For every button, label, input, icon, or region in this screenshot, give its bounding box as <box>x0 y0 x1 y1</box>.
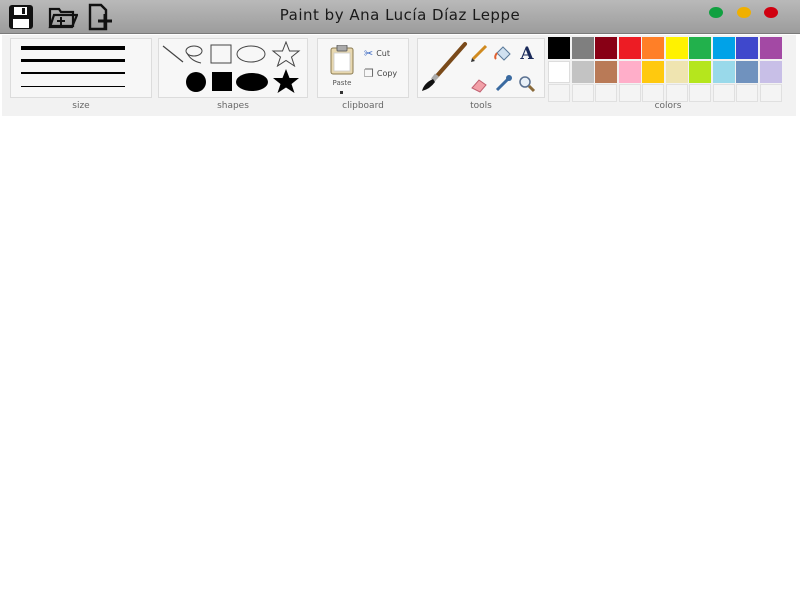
tools-group: A <box>417 38 545 98</box>
shapes-group-label: shapes <box>217 101 249 111</box>
custom-color-slot[interactable] <box>665 84 688 102</box>
colors-group-label: colors <box>654 101 682 111</box>
custom-color-slot[interactable] <box>689 84 711 102</box>
drawing-canvas[interactable] <box>0 117 800 600</box>
star-shape[interactable] <box>271 41 301 67</box>
eraser-icon <box>471 79 487 93</box>
size-line-2[interactable] <box>21 72 125 74</box>
color-swatch[interactable] <box>689 37 711 59</box>
color-swatch[interactable] <box>571 60 594 83</box>
color-swatch[interactable] <box>759 60 782 83</box>
color-swatch[interactable] <box>689 60 711 83</box>
cut-label: Cut <box>376 49 391 58</box>
ribbon: size shapes Paste ✂ Cut ❐ Copy clipboard… <box>2 35 796 116</box>
size-group <box>10 38 152 98</box>
pencil-tool[interactable] <box>468 43 490 65</box>
color-swatch[interactable] <box>548 60 570 83</box>
filled-star-shape[interactable] <box>271 68 301 94</box>
text-tool[interactable]: A <box>516 43 538 65</box>
magnifier-tool[interactable] <box>516 73 538 95</box>
brush-icon[interactable] <box>420 41 470 93</box>
color-swatch[interactable] <box>595 60 617 83</box>
color-swatch[interactable] <box>736 60 758 83</box>
copy-label: Copy <box>376 69 398 78</box>
fill-tool[interactable] <box>492 43 514 65</box>
size-line-3[interactable] <box>21 59 125 62</box>
fill-bucket-icon <box>494 46 511 61</box>
custom-color-slot[interactable] <box>595 84 617 102</box>
color-swatch[interactable] <box>665 37 688 59</box>
cut-button[interactable]: ✂ Cut <box>364 47 390 60</box>
shapes-group <box>158 38 308 98</box>
text-icon: A <box>520 44 534 64</box>
rectangle-shape[interactable] <box>209 43 233 65</box>
clipboard-group: Paste ✂ Cut ❐ Copy <box>317 38 409 98</box>
size-line-4[interactable] <box>21 46 125 50</box>
window-title: Paint by Ana Lucía Díaz Leppe <box>279 6 521 24</box>
filled-ellipse-shape[interactable] <box>235 71 269 93</box>
color-swatch[interactable] <box>548 37 570 59</box>
custom-color-slot[interactable] <box>736 84 758 102</box>
minimize-button[interactable] <box>709 7 723 18</box>
paste-dropdown-arrow <box>340 91 343 94</box>
maximize-button[interactable] <box>737 7 751 18</box>
custom-color-slot[interactable] <box>712 84 735 102</box>
paste-button[interactable]: Paste <box>326 45 358 97</box>
custom-color-slot[interactable] <box>759 84 782 102</box>
color-swatch[interactable] <box>712 60 735 83</box>
clipboard-group-label: clipboard <box>342 101 384 111</box>
close-button[interactable] <box>764 7 778 18</box>
curve-shape[interactable] <box>181 43 207 65</box>
title-bar: Paint by Ana Lucía Díaz Leppe <box>0 0 800 34</box>
scissors-icon: ✂ <box>364 47 374 60</box>
size-line-1[interactable] <box>21 86 125 87</box>
filled-rectangle-shape[interactable] <box>211 71 233 93</box>
color-swatch[interactable] <box>618 37 641 59</box>
color-swatch[interactable] <box>736 37 758 59</box>
custom-color-slot[interactable] <box>571 84 594 102</box>
color-swatch[interactable] <box>571 37 594 59</box>
colors-palette <box>548 37 788 102</box>
color-swatch[interactable] <box>712 37 735 59</box>
filled-circle-shape[interactable] <box>185 71 207 93</box>
tools-group-label: tools <box>470 101 492 111</box>
copy-button[interactable]: ❐ Copy <box>364 67 397 80</box>
copy-icon: ❐ <box>364 67 374 80</box>
color-swatch[interactable] <box>618 60 641 83</box>
paste-label: Paste <box>332 79 352 87</box>
color-swatch[interactable] <box>759 37 782 59</box>
magnifier-icon <box>519 76 536 93</box>
ellipse-shape[interactable] <box>235 43 267 65</box>
color-swatch[interactable] <box>642 37 664 59</box>
size-group-label: size <box>72 101 90 111</box>
custom-color-slot[interactable] <box>618 84 641 102</box>
pencil-icon <box>471 44 488 62</box>
color-swatch[interactable] <box>595 37 617 59</box>
color-swatch[interactable] <box>665 60 688 83</box>
custom-color-slot[interactable] <box>548 84 570 102</box>
color-swatch[interactable] <box>642 60 664 83</box>
color-picker-tool[interactable] <box>492 73 514 95</box>
custom-color-slot[interactable] <box>642 84 664 102</box>
color-picker-icon <box>495 75 512 92</box>
eraser-tool[interactable] <box>468 73 490 95</box>
clipboard-icon <box>330 45 354 75</box>
